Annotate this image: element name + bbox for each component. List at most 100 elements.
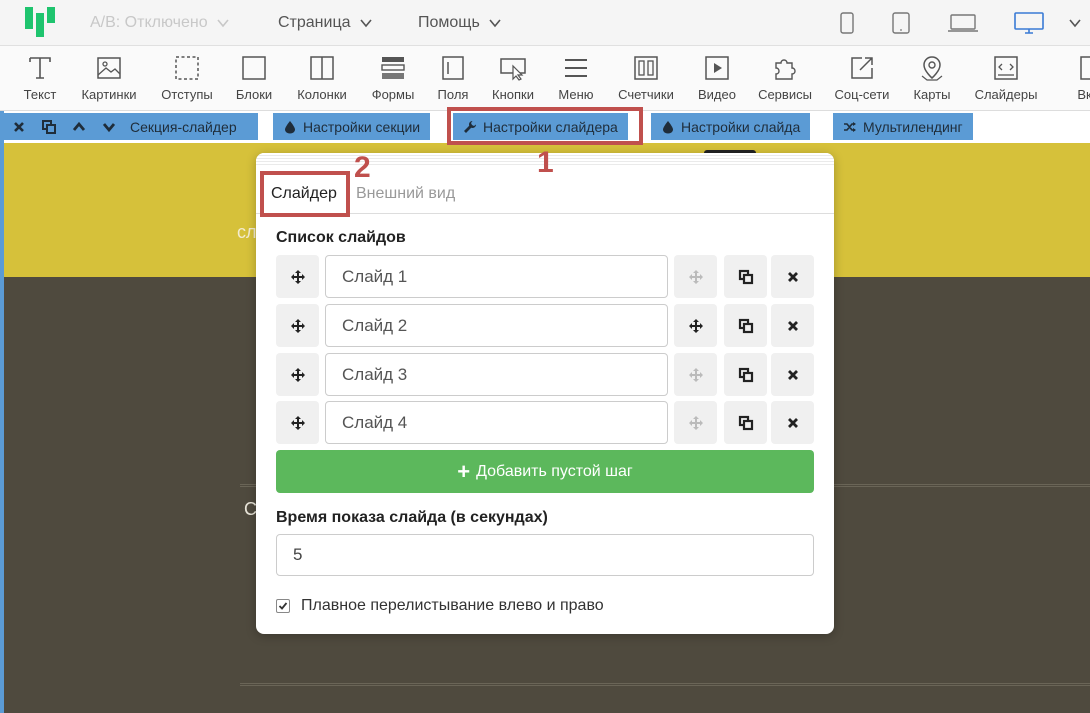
- logo[interactable]: [25, 7, 55, 37]
- help-dropdown[interactable]: Помощь: [418, 0, 502, 46]
- shuffle-icon: [844, 121, 856, 132]
- tool-maps-label: Карты: [913, 87, 951, 102]
- section-settings-button[interactable]: Настройки секции: [273, 113, 431, 140]
- tool-tabs[interactable]: Вкла: [1052, 54, 1090, 102]
- menu-icon: [565, 59, 587, 77]
- slide-row: Слайд 2: [276, 304, 814, 347]
- move-icon: [290, 415, 305, 430]
- tool-social-label: Соц-сети: [834, 87, 890, 102]
- tool-counters-label: Счетчики: [618, 87, 674, 102]
- slide-name-input[interactable]: Слайд 4: [325, 401, 668, 444]
- delete-slide-button[interactable]: [771, 353, 814, 396]
- slide-settings-button[interactable]: [674, 401, 717, 444]
- droplet-icon: [663, 120, 673, 133]
- drag-handle[interactable]: [276, 304, 319, 347]
- video-icon: [705, 56, 729, 80]
- tab-appearance[interactable]: Внешний вид: [356, 185, 455, 203]
- tool-text-label: Текст: [23, 87, 57, 102]
- slide-name-input[interactable]: Слайд 2: [325, 304, 668, 347]
- tool-social[interactable]: Соц-сети: [822, 54, 902, 102]
- copy-icon: [738, 367, 753, 382]
- laptop-view-button[interactable]: [928, 13, 998, 33]
- copy-section-button[interactable]: [34, 113, 64, 140]
- duplicate-slide-button[interactable]: [724, 353, 767, 396]
- section-settings-label: Настройки секции: [303, 118, 421, 135]
- tool-services[interactable]: Сервисы: [745, 54, 825, 102]
- slide-time-input[interactable]: 5: [276, 534, 814, 576]
- divider-line: [240, 683, 1090, 686]
- top-bar: A/B: Отключено Страница Помощь: [0, 0, 1090, 46]
- laptop-icon: [948, 14, 978, 32]
- chevron-down-icon: [489, 19, 501, 28]
- duplicate-slide-button[interactable]: [724, 255, 767, 298]
- move-icon: [688, 269, 703, 284]
- slide-name-input[interactable]: Слайд 1: [325, 255, 668, 298]
- device-more-dropdown[interactable]: [1060, 16, 1090, 30]
- smooth-scroll-checkbox[interactable]: [276, 599, 290, 613]
- phone-view-button[interactable]: [821, 12, 873, 34]
- close-icon: [787, 320, 798, 331]
- tool-maps[interactable]: Карты: [892, 54, 972, 102]
- tool-forms-label: Формы: [371, 87, 415, 102]
- tool-text[interactable]: Текст: [0, 54, 80, 102]
- share-icon: [851, 57, 873, 79]
- tool-spacing-label: Отступы: [161, 87, 213, 102]
- add-empty-step-button[interactable]: + Добавить пустой шаг: [276, 450, 814, 493]
- highlight-slider-settings: [447, 107, 643, 145]
- tool-columns-label: Колонки: [297, 87, 347, 102]
- background-text-fragment: сл: [237, 222, 257, 242]
- map-pin-icon: [921, 56, 943, 81]
- tool-services-label: Сервисы: [758, 87, 812, 102]
- spacing-icon: [175, 56, 199, 80]
- delete-slide-button[interactable]: [771, 255, 814, 298]
- duplicate-slide-button[interactable]: [724, 401, 767, 444]
- ab-test-label: A/B: Отключено: [90, 14, 208, 31]
- tool-sliders[interactable]: Слайдеры: [966, 54, 1046, 102]
- slide-settings-button[interactable]: Настройки слайда: [651, 113, 811, 140]
- slide-settings-button[interactable]: [674, 304, 717, 347]
- annotation-number-1: 1: [537, 146, 554, 179]
- move-icon: [290, 367, 305, 382]
- slide-settings-button[interactable]: [674, 255, 717, 298]
- tablet-view-button[interactable]: [873, 12, 928, 34]
- plus-icon: +: [457, 458, 471, 484]
- desktop-view-button[interactable]: [998, 12, 1060, 34]
- chevron-down-icon: [102, 122, 116, 132]
- block-icon: [242, 56, 266, 80]
- form-icon: [381, 57, 405, 79]
- tool-menu[interactable]: Меню: [536, 54, 616, 102]
- slide-row: Слайд 1: [276, 255, 814, 298]
- section-name: Секция-слайдер: [130, 118, 237, 135]
- tool-columns[interactable]: Колонки: [282, 54, 362, 102]
- tablet-icon: [891, 12, 910, 34]
- desktop-icon: [1014, 12, 1044, 34]
- multilanding-label: Мультилендинг: [863, 118, 963, 135]
- tool-images[interactable]: Картинки: [69, 54, 149, 102]
- move-icon: [688, 318, 703, 333]
- image-icon: [97, 57, 121, 79]
- annotation-number-2: 2: [354, 151, 371, 184]
- close-icon: [787, 417, 798, 428]
- close-icon: [787, 271, 798, 282]
- field-icon: [442, 56, 464, 80]
- move-icon: [290, 269, 305, 284]
- slide-name-input[interactable]: Слайд 3: [325, 353, 668, 396]
- copy-icon: [42, 119, 56, 134]
- ab-test-dropdown[interactable]: A/B: Отключено: [90, 0, 230, 46]
- multilanding-button[interactable]: Мультилендинг: [833, 113, 973, 140]
- chevron-down-icon: [359, 19, 372, 28]
- tool-counters[interactable]: Счетчики: [606, 54, 686, 102]
- add-empty-step-label: Добавить пустой шаг: [476, 462, 633, 480]
- delete-section-button[interactable]: [4, 113, 34, 140]
- duplicate-slide-button[interactable]: [724, 304, 767, 347]
- drag-handle[interactable]: [276, 255, 319, 298]
- slide-settings-button[interactable]: [674, 353, 717, 396]
- drag-handle[interactable]: [276, 353, 319, 396]
- drag-handle[interactable]: [276, 401, 319, 444]
- help-menu-label: Помощь: [418, 14, 480, 31]
- page-dropdown[interactable]: Страница: [278, 0, 373, 46]
- move-up-button[interactable]: [64, 113, 94, 140]
- delete-slide-button[interactable]: [771, 304, 814, 347]
- move-down-button[interactable]: [94, 113, 124, 140]
- delete-slide-button[interactable]: [771, 401, 814, 444]
